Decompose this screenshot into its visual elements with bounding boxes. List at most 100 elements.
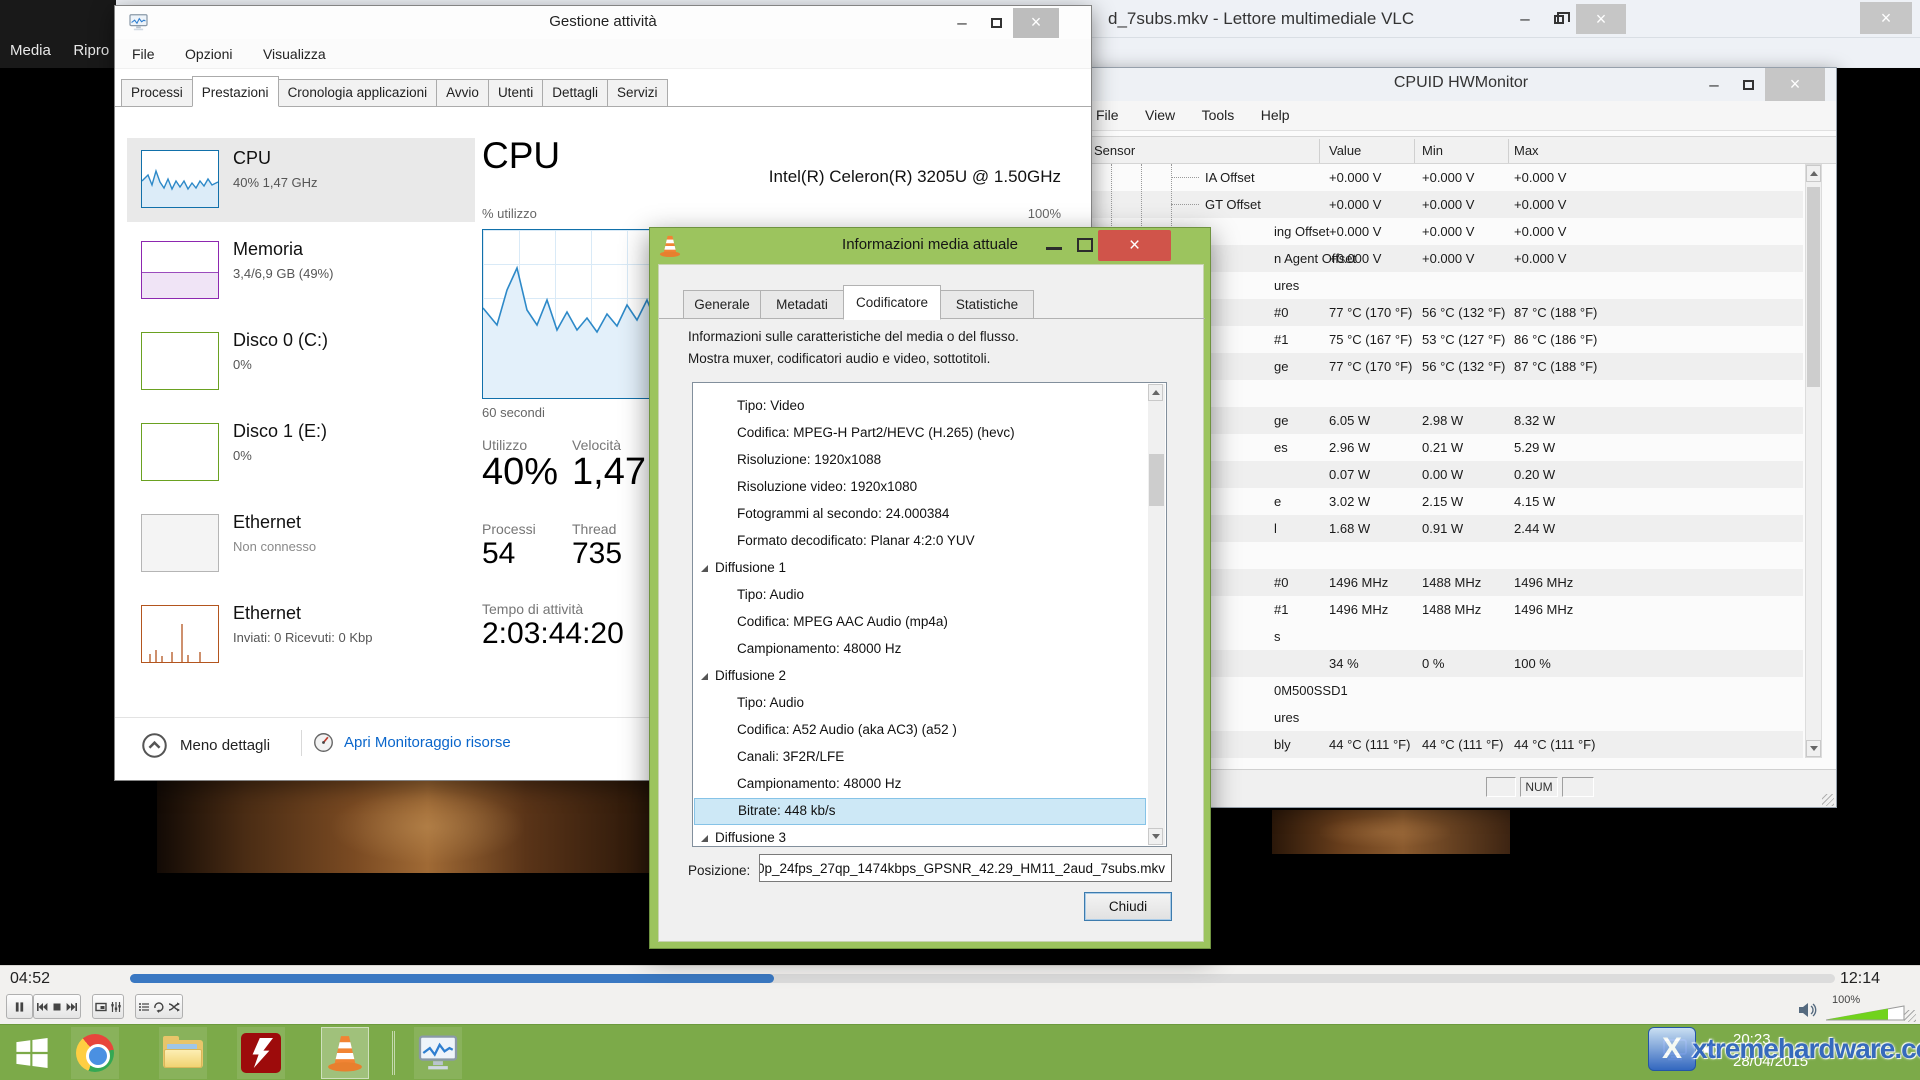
vlc-restore-button[interactable] [1542, 4, 1576, 34]
task-manager-titlebar[interactable]: Gestione attività – × [115, 6, 1091, 39]
tree-item[interactable]: Canali: 3F2R/LFE [694, 744, 1148, 771]
less-details-button[interactable]: Meno dettagli [141, 732, 270, 759]
fullscreen-icon[interactable] [95, 1001, 107, 1013]
scroll-down-button[interactable] [1806, 740, 1821, 757]
hwmonitor-scrollbar[interactable] [1805, 164, 1822, 758]
background-window-close-button[interactable]: × [1860, 2, 1912, 34]
resize-grip[interactable] [1822, 794, 1834, 806]
memory-thumbnail-graph [141, 241, 219, 299]
taskbar-hwmonitor-button[interactable] [237, 1027, 285, 1079]
tree-item[interactable]: Formato decodificato: Planar 4:2:0 YUV [694, 528, 1148, 555]
dialog-maximize-button[interactable] [1077, 238, 1093, 252]
vlc-close-button[interactable]: × [1576, 4, 1626, 34]
tree-item[interactable]: Codifica: MPEG-H Part2/HEVC (H.265) (hev… [694, 420, 1148, 447]
task-manager-tabs: Processi Prestazioni Cronologia applicaz… [115, 76, 1091, 107]
taskbar-vlc-button[interactable] [321, 1027, 369, 1079]
dialog-close-button[interactable]: × [1098, 230, 1171, 261]
scrollbar-thumb[interactable] [1807, 187, 1820, 387]
start-button[interactable] [8, 1027, 56, 1079]
scroll-up-button[interactable] [1148, 384, 1163, 401]
hwmonitor-maximize-button[interactable] [1731, 70, 1765, 100]
tab-avvio[interactable]: Avvio [436, 79, 489, 106]
menu-tools[interactable]: Tools [1202, 107, 1235, 123]
hwmonitor-minimize-button[interactable]: – [1697, 70, 1731, 100]
tab-statistiche[interactable]: Statistiche [940, 290, 1034, 319]
sidebar-item-ethernet1[interactable]: Ethernet Non connesso [127, 502, 467, 586]
menu-file[interactable]: File [132, 46, 155, 62]
task-manager-minimize-button[interactable]: – [945, 8, 979, 38]
shuffle-icon[interactable] [168, 1001, 180, 1013]
tree-item[interactable]: Fotogrammi al secondo: 24.000384 [694, 501, 1148, 528]
tab-codificatore[interactable]: Codificatore [843, 285, 941, 320]
hwmonitor-titlebar[interactable]: CPUID HWMonitor – × [1086, 68, 1836, 101]
dialog-titlebar[interactable]: Informazioni media attuale × [650, 228, 1210, 264]
taskbar-task-manager-button[interactable] [414, 1027, 462, 1079]
menu-view[interactable]: View [1145, 107, 1175, 123]
sidebar-item-disco0[interactable]: Disco 0 (C:) 0% [127, 320, 467, 404]
tree-item[interactable]: Codifica: MPEG AAC Audio (mp4a) [694, 609, 1148, 636]
tree-item[interactable]: Diffusione 2 [694, 663, 1148, 690]
loop-icon[interactable] [153, 1001, 165, 1013]
column-max[interactable]: Max [1514, 143, 1539, 158]
chiudi-button[interactable]: Chiudi [1084, 892, 1172, 921]
volume-speaker-icon[interactable] [1798, 1002, 1820, 1018]
extended-settings-icon[interactable] [110, 1001, 122, 1013]
scroll-down-button[interactable] [1148, 828, 1163, 845]
tab-processi[interactable]: Processi [121, 79, 193, 106]
tree-item[interactable]: Bitrate: 448 kb/s [694, 798, 1146, 825]
vlc-minimize-button[interactable]: – [1508, 4, 1542, 34]
open-resource-monitor-link[interactable]: Apri Monitoraggio risorse [313, 732, 511, 753]
tree-item[interactable]: Tipo: Video [694, 393, 1148, 420]
sidebar-item-ethernet2[interactable]: Ethernet Inviati: 0 Ricevuti: 0 Kbp [127, 593, 467, 677]
menu-opzioni[interactable]: Opzioni [185, 46, 232, 62]
seek-bar[interactable] [130, 974, 1835, 983]
tab-metadati[interactable]: Metadati [760, 290, 844, 319]
task-manager-maximize-button[interactable] [979, 8, 1013, 38]
tab-utenti[interactable]: Utenti [488, 79, 543, 106]
vlc-menu-riproduzione[interactable]: Ripro [73, 42, 109, 59]
tab-prestazioni[interactable]: Prestazioni [192, 76, 279, 107]
tab-cronologia-applicazioni[interactable]: Cronologia applicazioni [278, 79, 438, 106]
tree-item[interactable]: Diffusione 3 [694, 825, 1148, 845]
tree-item[interactable]: Campionamento: 48000 Hz [694, 636, 1148, 663]
column-sensor[interactable]: Sensor [1094, 143, 1135, 158]
stat-value-utilizzo: 40% [482, 451, 558, 494]
tree-item[interactable]: Tipo: Audio [694, 582, 1148, 609]
tree-scrollbar[interactable] [1148, 384, 1165, 845]
sidebar-item-cpu[interactable]: CPU 40% 1,47 GHz [127, 138, 475, 222]
scrollbar-thumb[interactable] [1149, 454, 1164, 506]
dialog-minimize-button[interactable] [1046, 247, 1062, 250]
tree-item[interactable]: Campionamento: 48000 Hz [694, 771, 1148, 798]
tab-servizi[interactable]: Servizi [607, 79, 668, 106]
tree-item[interactable]: Risoluzione video: 1920x1080 [694, 474, 1148, 501]
tree-item[interactable]: Diffusione 1 [694, 555, 1148, 582]
scroll-up-button[interactable] [1806, 165, 1821, 182]
menu-visualizza[interactable]: Visualizza [263, 46, 326, 62]
sidebar-item-memoria[interactable]: Memoria 3,4/6,9 GB (49%) [127, 229, 467, 313]
pause-button[interactable] [6, 994, 33, 1019]
position-input[interactable]: 0p_24fps_27qp_1474kbps_GPSNR_42.29_HM11_… [759, 854, 1172, 882]
volume-slider[interactable] [1826, 1005, 1906, 1021]
tree-item[interactable]: Risoluzione: 1920x1088 [694, 447, 1148, 474]
task-manager-close-button[interactable]: × [1013, 8, 1059, 38]
hwmonitor-close-button[interactable]: × [1765, 68, 1825, 101]
column-value[interactable]: Value [1329, 143, 1361, 158]
resize-grip[interactable] [1904, 1010, 1916, 1022]
taskbar-chrome-button[interactable] [71, 1027, 119, 1079]
sensor-table-header: Sensor Value Min Max [1086, 136, 1836, 164]
tree-item[interactable]: Tipo: Audio [694, 690, 1148, 717]
tab-generale[interactable]: Generale [683, 290, 761, 319]
tree-line [1141, 164, 1142, 226]
next-icon[interactable] [66, 1001, 78, 1013]
tree-item[interactable]: Codifica: A52 Audio (aka AC3) (a52 ) [694, 717, 1148, 744]
playlist-icon[interactable] [138, 1001, 150, 1013]
stop-icon[interactable] [51, 1001, 63, 1013]
tab-dettagli[interactable]: Dettagli [542, 79, 608, 106]
menu-help[interactable]: Help [1261, 107, 1290, 123]
taskbar-explorer-button[interactable] [159, 1027, 207, 1079]
sidebar-item-disco1[interactable]: Disco 1 (E:) 0% [127, 411, 467, 495]
previous-icon[interactable] [36, 1001, 48, 1013]
vlc-menu-media[interactable]: Media [10, 42, 51, 59]
column-min[interactable]: Min [1422, 143, 1443, 158]
menu-file[interactable]: File [1096, 107, 1119, 123]
